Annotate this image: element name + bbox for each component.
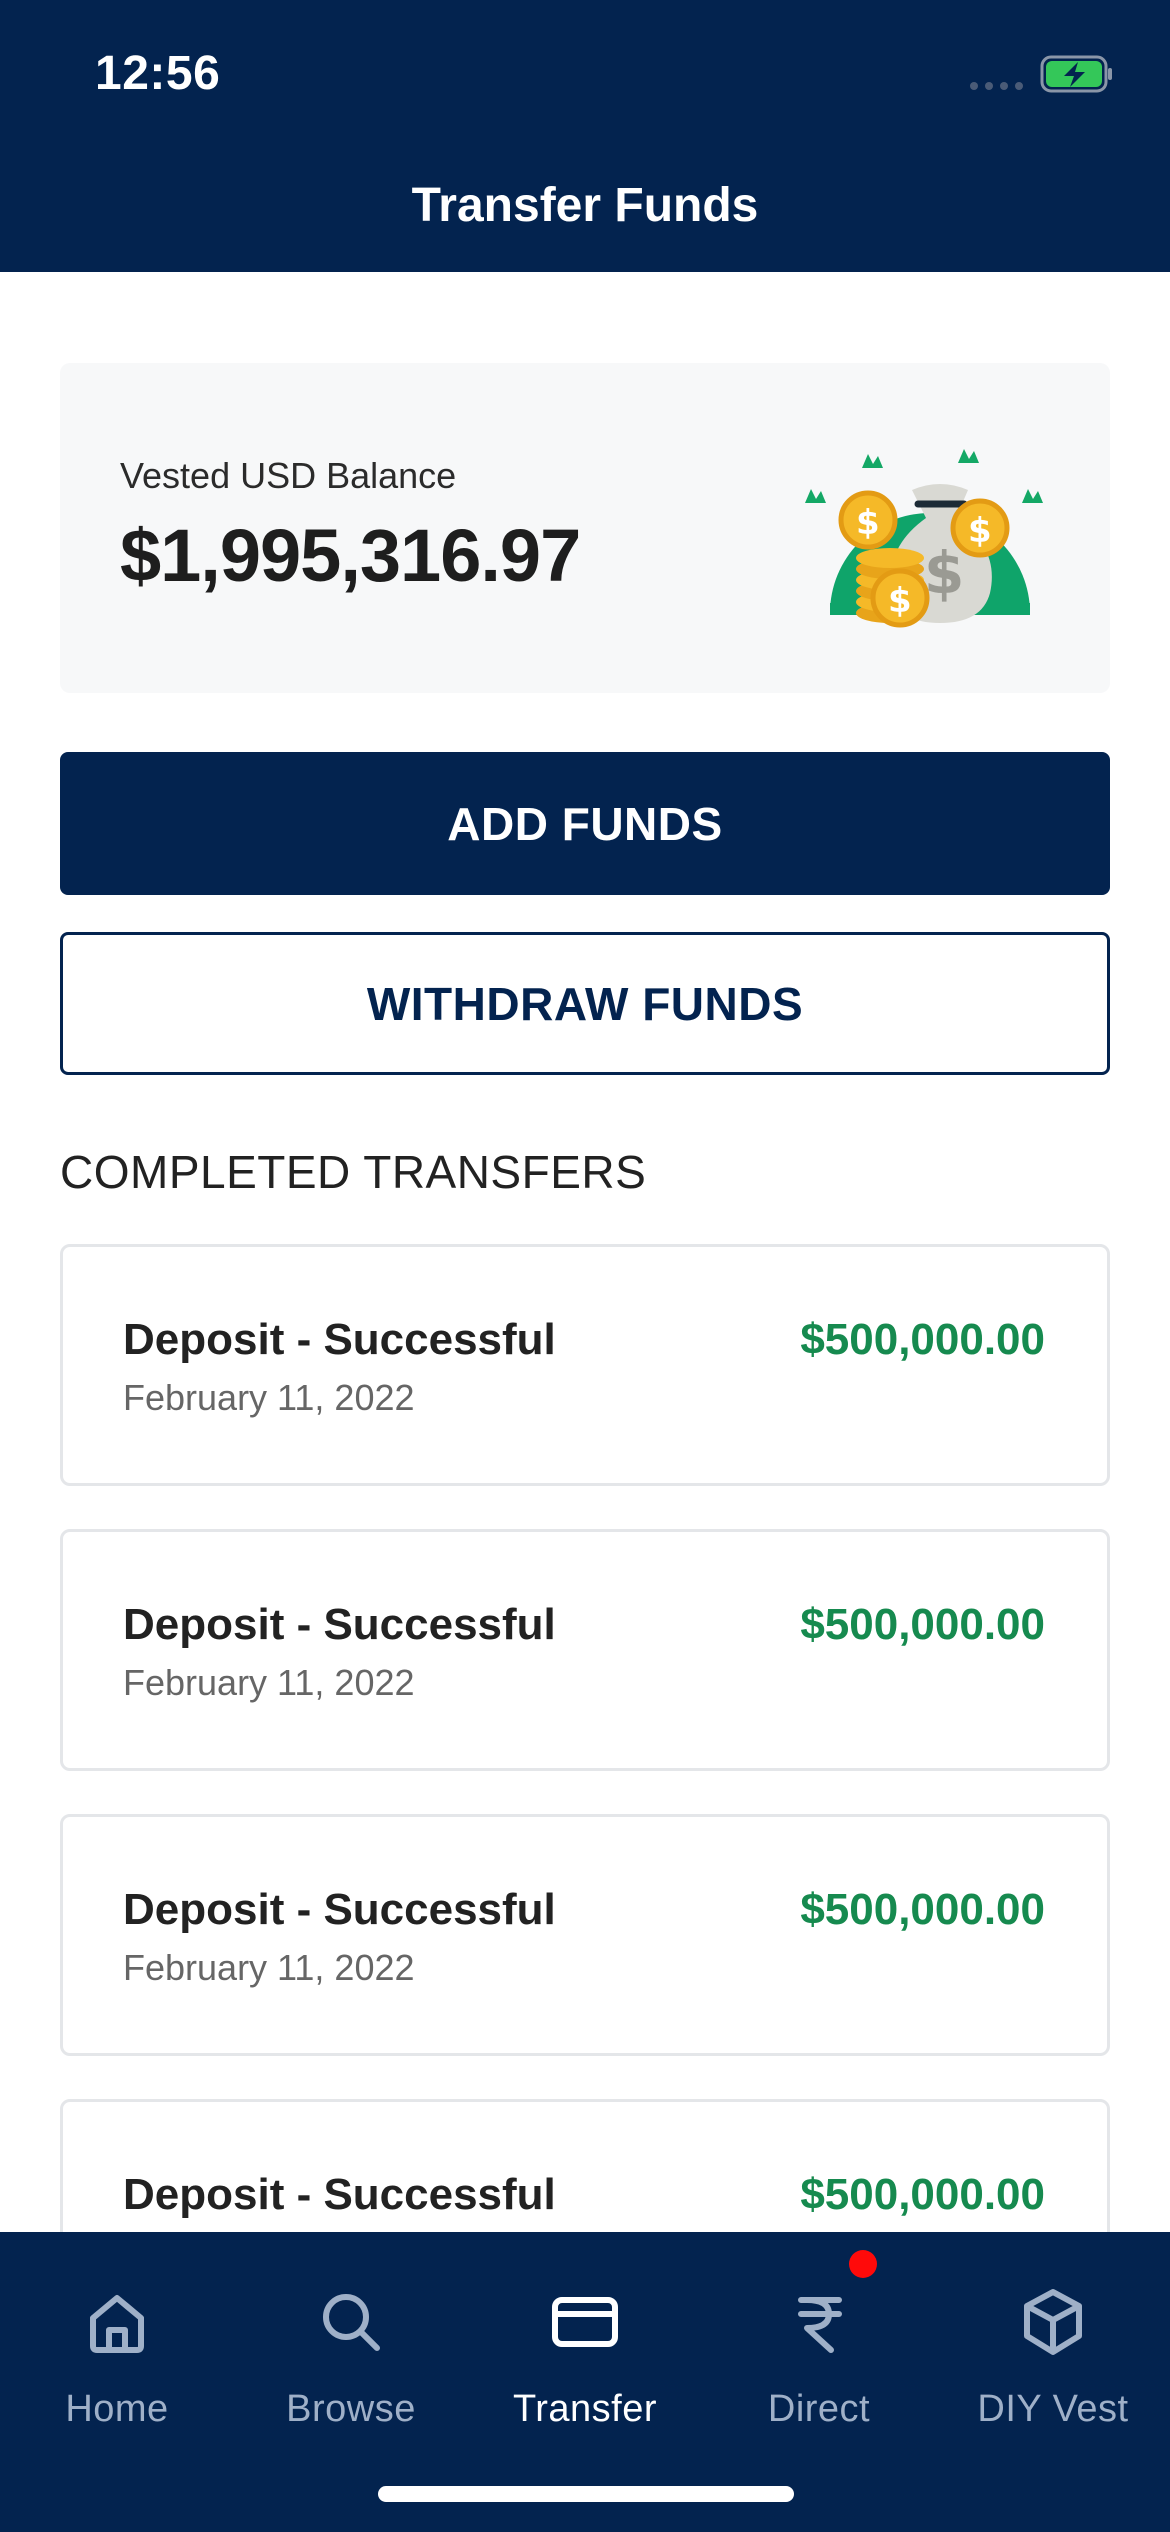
transfer-date: February 11, 2022	[123, 1947, 415, 1988]
svg-text:$: $	[968, 511, 992, 551]
transfer-title: Deposit - Successful	[123, 1600, 556, 1649]
money-bag-illustration: $ $ $ $	[805, 449, 1043, 628]
nav-label: DIY Vest	[977, 2388, 1129, 2430]
rupee-icon	[798, 2297, 842, 2353]
svg-text:$: $	[924, 539, 964, 607]
transfer-item[interactable]: Deposit - Successful February 11, 2022 $…	[60, 1814, 1110, 2056]
transfer-title: Deposit - Successful	[123, 2170, 556, 2219]
card-icon	[552, 2297, 618, 2347]
transfer-item[interactable]: Deposit - Successful February 11, 2022 $…	[60, 1244, 1110, 1486]
section-title-completed-transfers: COMPLETED TRANSFERS	[60, 1146, 647, 1198]
transfer-list: Deposit - Successful February 11, 2022 $…	[60, 1244, 1110, 2384]
transfer-title: Deposit - Successful	[123, 1885, 556, 1934]
battery-charging-icon	[1040, 55, 1112, 93]
transfer-date: February 11, 2022	[123, 1377, 415, 1418]
nav-label: Transfer	[512, 2388, 658, 2430]
cube-icon	[1024, 2289, 1082, 2355]
status-time: 12:56	[95, 47, 221, 100]
nav-label: Direct	[767, 2388, 871, 2430]
withdraw-funds-button[interactable]: WITHDRAW FUNDS	[60, 932, 1110, 1075]
nav-item-direct[interactable]: Direct	[702, 2284, 936, 2431]
nav-item-home[interactable]: Home	[0, 2284, 234, 2431]
transfer-date: February 11, 2022	[123, 1662, 415, 1703]
app-header: 12:56 Transfer Funds	[0, 0, 1170, 272]
balance-card: Vested USD Balance $1,995,316.97 $ $ $ $	[60, 363, 1110, 693]
transfer-amount: $500,000.00	[800, 1600, 1045, 1649]
notification-dot	[849, 2250, 877, 2278]
home-icon	[90, 2295, 144, 2353]
balance-value: $1,995,316.97	[120, 514, 581, 597]
svg-text:$: $	[856, 503, 880, 543]
search-icon	[323, 2294, 380, 2351]
nav-label: Home	[65, 2388, 169, 2430]
transfer-amount: $500,000.00	[800, 2170, 1045, 2219]
nav-item-diy-vest[interactable]: DIY Vest	[936, 2284, 1170, 2431]
signal-icon	[970, 82, 1023, 90]
transfer-amount: $500,000.00	[800, 1885, 1045, 1934]
page-title: Transfer Funds	[411, 179, 759, 232]
home-indicator[interactable]	[378, 2486, 794, 2502]
balance-label: Vested USD Balance	[120, 455, 457, 496]
transfer-amount: $500,000.00	[800, 1315, 1045, 1364]
nav-label: Browse	[286, 2388, 416, 2430]
nav-item-browse[interactable]: Browse	[234, 2284, 468, 2431]
add-funds-button[interactable]: ADD FUNDS	[60, 752, 1110, 895]
nav-item-transfer[interactable]: Transfer	[468, 2284, 702, 2431]
transfer-item[interactable]: Deposit - Successful February 11, 2022 $…	[60, 1529, 1110, 1771]
transfer-title: Deposit - Successful	[123, 1315, 556, 1364]
svg-text:$: $	[888, 581, 912, 621]
